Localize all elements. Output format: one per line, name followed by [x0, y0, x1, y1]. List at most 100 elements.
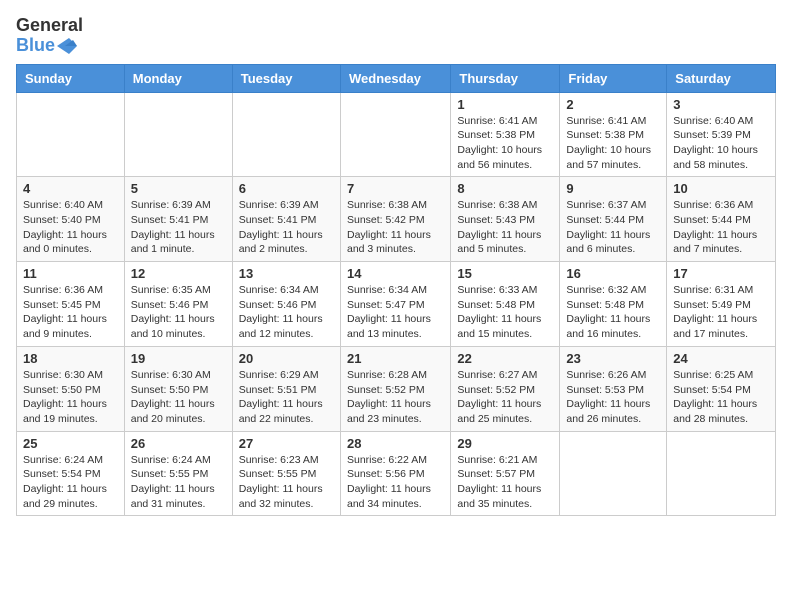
day-info: Sunrise: 6:30 AM Sunset: 5:50 PM Dayligh…	[131, 368, 226, 427]
day-info: Sunrise: 6:35 AM Sunset: 5:46 PM Dayligh…	[131, 283, 226, 342]
day-header-friday: Friday	[560, 64, 667, 92]
day-number: 8	[457, 181, 553, 196]
calendar-cell: 11 Sunrise: 6:36 AM Sunset: 5:45 PM Dayli…	[17, 262, 125, 347]
day-info: Sunrise: 6:32 AM Sunset: 5:48 PM Dayligh…	[566, 283, 660, 342]
day-info: Sunrise: 6:29 AM Sunset: 5:51 PM Dayligh…	[239, 368, 334, 427]
calendar-cell: 13 Sunrise: 6:34 AM Sunset: 5:46 PM Dayli…	[232, 262, 340, 347]
day-info: Sunrise: 6:38 AM Sunset: 5:43 PM Dayligh…	[457, 198, 553, 257]
day-info: Sunrise: 6:23 AM Sunset: 5:55 PM Dayligh…	[239, 453, 334, 512]
calendar-cell	[560, 431, 667, 516]
calendar-cell: 5 Sunrise: 6:39 AM Sunset: 5:41 PM Daylig…	[124, 177, 232, 262]
day-info: Sunrise: 6:40 AM Sunset: 5:39 PM Dayligh…	[673, 114, 769, 173]
day-info: Sunrise: 6:38 AM Sunset: 5:42 PM Dayligh…	[347, 198, 444, 257]
logo-text-block: General Blue	[16, 16, 83, 56]
day-number: 17	[673, 266, 769, 281]
day-info: Sunrise: 6:36 AM Sunset: 5:45 PM Dayligh…	[23, 283, 118, 342]
calendar-cell: 21 Sunrise: 6:28 AM Sunset: 5:52 PM Dayli…	[340, 346, 450, 431]
day-number: 12	[131, 266, 226, 281]
calendar-cell: 20 Sunrise: 6:29 AM Sunset: 5:51 PM Dayli…	[232, 346, 340, 431]
day-number: 20	[239, 351, 334, 366]
calendar-cell: 10 Sunrise: 6:36 AM Sunset: 5:44 PM Dayli…	[667, 177, 776, 262]
day-number: 14	[347, 266, 444, 281]
calendar-week-row: 18 Sunrise: 6:30 AM Sunset: 5:50 PM Dayli…	[17, 346, 776, 431]
calendar-cell	[667, 431, 776, 516]
calendar-cell: 4 Sunrise: 6:40 AM Sunset: 5:40 PM Daylig…	[17, 177, 125, 262]
day-info: Sunrise: 6:37 AM Sunset: 5:44 PM Dayligh…	[566, 198, 660, 257]
logo: General Blue	[16, 16, 83, 56]
calendar-cell: 8 Sunrise: 6:38 AM Sunset: 5:43 PM Daylig…	[451, 177, 560, 262]
calendar-cell	[124, 92, 232, 177]
day-number: 3	[673, 97, 769, 112]
day-number: 2	[566, 97, 660, 112]
day-header-wednesday: Wednesday	[340, 64, 450, 92]
day-number: 4	[23, 181, 118, 196]
calendar-cell: 26 Sunrise: 6:24 AM Sunset: 5:55 PM Dayli…	[124, 431, 232, 516]
calendar-cell	[232, 92, 340, 177]
day-info: Sunrise: 6:31 AM Sunset: 5:49 PM Dayligh…	[673, 283, 769, 342]
day-info: Sunrise: 6:30 AM Sunset: 5:50 PM Dayligh…	[23, 368, 118, 427]
calendar-cell: 3 Sunrise: 6:40 AM Sunset: 5:39 PM Daylig…	[667, 92, 776, 177]
calendar-cell: 7 Sunrise: 6:38 AM Sunset: 5:42 PM Daylig…	[340, 177, 450, 262]
calendar-cell: 15Sunrise: 6:33 AM Sunset: 5:48 PM Dayli…	[451, 262, 560, 347]
day-info: Sunrise: 6:26 AM Sunset: 5:53 PM Dayligh…	[566, 368, 660, 427]
day-header-saturday: Saturday	[667, 64, 776, 92]
calendar-cell: 29Sunrise: 6:21 AM Sunset: 5:57 PM Dayli…	[451, 431, 560, 516]
day-number: 22	[457, 351, 553, 366]
day-info: Sunrise: 6:41 AM Sunset: 5:38 PM Dayligh…	[457, 114, 553, 173]
calendar-cell: 17 Sunrise: 6:31 AM Sunset: 5:49 PM Dayli…	[667, 262, 776, 347]
calendar-cell: 12 Sunrise: 6:35 AM Sunset: 5:46 PM Dayli…	[124, 262, 232, 347]
day-info: Sunrise: 6:28 AM Sunset: 5:52 PM Dayligh…	[347, 368, 444, 427]
calendar-cell: 18 Sunrise: 6:30 AM Sunset: 5:50 PM Dayli…	[17, 346, 125, 431]
day-number: 10	[673, 181, 769, 196]
calendar-table: SundayMondayTuesdayWednesdayThursdayFrid…	[16, 64, 776, 517]
day-info: Sunrise: 6:34 AM Sunset: 5:47 PM Dayligh…	[347, 283, 444, 342]
calendar-week-row: 11 Sunrise: 6:36 AM Sunset: 5:45 PM Dayli…	[17, 262, 776, 347]
calendar-week-row: 25 Sunrise: 6:24 AM Sunset: 5:54 PM Dayli…	[17, 431, 776, 516]
calendar-cell: 25 Sunrise: 6:24 AM Sunset: 5:54 PM Dayli…	[17, 431, 125, 516]
calendar-cell: 2Sunrise: 6:41 AM Sunset: 5:38 PM Daylig…	[560, 92, 667, 177]
day-info: Sunrise: 6:33 AM Sunset: 5:48 PM Dayligh…	[457, 283, 553, 342]
day-number: 21	[347, 351, 444, 366]
day-number: 26	[131, 436, 226, 451]
day-number: 16	[566, 266, 660, 281]
page-header: General Blue	[16, 16, 776, 56]
calendar-cell: 14 Sunrise: 6:34 AM Sunset: 5:47 PM Dayli…	[340, 262, 450, 347]
calendar-cell: 1 Sunrise: 6:41 AM Sunset: 5:38 PM Daylig…	[451, 92, 560, 177]
day-info: Sunrise: 6:27 AM Sunset: 5:52 PM Dayligh…	[457, 368, 553, 427]
day-info: Sunrise: 6:39 AM Sunset: 5:41 PM Dayligh…	[239, 198, 334, 257]
day-info: Sunrise: 6:39 AM Sunset: 5:41 PM Dayligh…	[131, 198, 226, 257]
day-info: Sunrise: 6:24 AM Sunset: 5:54 PM Dayligh…	[23, 453, 118, 512]
calendar-cell: 27 Sunrise: 6:23 AM Sunset: 5:55 PM Dayli…	[232, 431, 340, 516]
calendar-header-row: SundayMondayTuesdayWednesdayThursdayFrid…	[17, 64, 776, 92]
day-number: 1	[457, 97, 553, 112]
calendar-cell: 19 Sunrise: 6:30 AM Sunset: 5:50 PM Dayli…	[124, 346, 232, 431]
day-number: 25	[23, 436, 118, 451]
calendar-cell	[340, 92, 450, 177]
day-info: Sunrise: 6:25 AM Sunset: 5:54 PM Dayligh…	[673, 368, 769, 427]
calendar-week-row: 1 Sunrise: 6:41 AM Sunset: 5:38 PM Daylig…	[17, 92, 776, 177]
day-number: 18	[23, 351, 118, 366]
day-info: Sunrise: 6:22 AM Sunset: 5:56 PM Dayligh…	[347, 453, 444, 512]
day-info: Sunrise: 6:24 AM Sunset: 5:55 PM Dayligh…	[131, 453, 226, 512]
calendar-cell: 9 Sunrise: 6:37 AM Sunset: 5:44 PM Daylig…	[560, 177, 667, 262]
calendar-cell: 23Sunrise: 6:26 AM Sunset: 5:53 PM Dayli…	[560, 346, 667, 431]
calendar-cell	[17, 92, 125, 177]
day-header-sunday: Sunday	[17, 64, 125, 92]
day-number: 5	[131, 181, 226, 196]
day-number: 19	[131, 351, 226, 366]
day-number: 13	[239, 266, 334, 281]
day-number: 11	[23, 266, 118, 281]
day-number: 27	[239, 436, 334, 451]
day-info: Sunrise: 6:40 AM Sunset: 5:40 PM Dayligh…	[23, 198, 118, 257]
calendar-cell: 16 Sunrise: 6:32 AM Sunset: 5:48 PM Dayli…	[560, 262, 667, 347]
day-number: 6	[239, 181, 334, 196]
day-info: Sunrise: 6:21 AM Sunset: 5:57 PM Dayligh…	[457, 453, 553, 512]
day-number: 7	[347, 181, 444, 196]
calendar-cell: 28Sunrise: 6:22 AM Sunset: 5:56 PM Dayli…	[340, 431, 450, 516]
calendar-cell: 24 Sunrise: 6:25 AM Sunset: 5:54 PM Dayli…	[667, 346, 776, 431]
day-info: Sunrise: 6:36 AM Sunset: 5:44 PM Dayligh…	[673, 198, 769, 257]
day-header-monday: Monday	[124, 64, 232, 92]
day-number: 24	[673, 351, 769, 366]
day-number: 9	[566, 181, 660, 196]
day-info: Sunrise: 6:34 AM Sunset: 5:46 PM Dayligh…	[239, 283, 334, 342]
